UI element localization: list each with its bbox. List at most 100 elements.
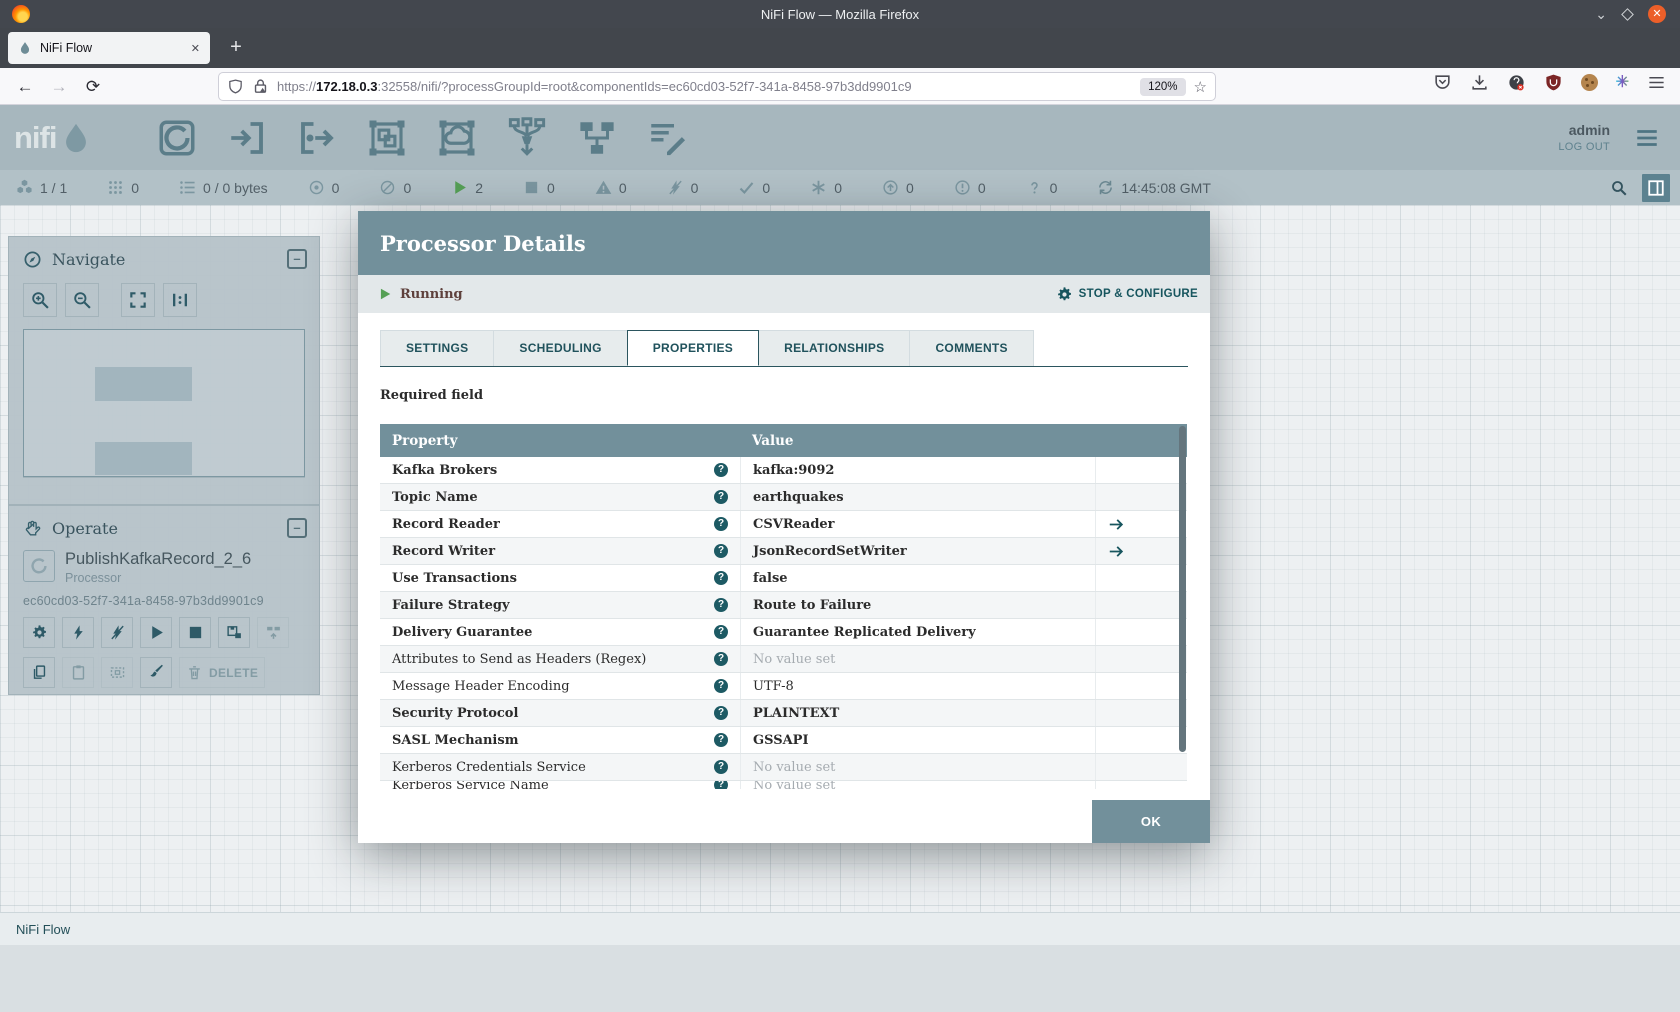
help-icon[interactable]: ? xyxy=(714,781,728,789)
help-icon[interactable]: ? xyxy=(714,490,728,504)
stop-configure-button[interactable]: STOP & CONFIGURE xyxy=(1056,286,1198,303)
property-value-cell[interactable]: earthquakes xyxy=(740,484,1095,510)
settings-panel-button[interactable] xyxy=(1642,173,1670,202)
property-row[interactable]: Topic Name? earthquakes xyxy=(380,484,1187,511)
property-value-cell[interactable]: JsonRecordSetWriter xyxy=(740,538,1095,564)
property-row[interactable]: Kafka Brokers? kafka:9092 xyxy=(380,457,1187,484)
refresh-status[interactable]: 14:45:08 GMT xyxy=(1097,179,1211,196)
go-to-service-icon[interactable] xyxy=(1108,516,1125,533)
help-icon[interactable]: ? xyxy=(714,733,728,747)
logout-link[interactable]: LOG OUT xyxy=(1558,141,1610,153)
downloads-icon[interactable] xyxy=(1470,73,1489,92)
remote-process-group-icon[interactable] xyxy=(436,117,478,159)
fill-color-button[interactable] xyxy=(140,657,172,688)
help-icon[interactable]: ? xyxy=(714,544,728,558)
birdseye-minimap[interactable] xyxy=(23,329,305,477)
copy-button[interactable] xyxy=(23,657,55,688)
tracking-shield-icon[interactable] xyxy=(227,78,244,95)
browser-tab-nifi-flow[interactable]: NiFi Flow ✕ xyxy=(8,32,210,64)
processor-icon[interactable] xyxy=(156,117,198,159)
ok-button[interactable]: OK xyxy=(1092,800,1210,843)
start-version-control-button[interactable] xyxy=(218,617,250,648)
help-icon[interactable]: ? xyxy=(714,517,728,531)
property-row[interactable]: Delivery Guarantee? Guarantee Replicated … xyxy=(380,619,1187,646)
property-value-cell[interactable]: Route to Failure xyxy=(740,592,1095,618)
property-value-cell[interactable]: kafka:9092 xyxy=(740,457,1095,483)
help-icon[interactable]: ? xyxy=(714,463,728,477)
disable-button[interactable] xyxy=(101,617,133,648)
extension-asterisk-icon[interactable]: ✳ xyxy=(1616,74,1629,92)
go-to-service-icon[interactable] xyxy=(1108,543,1125,560)
create-group-button[interactable] xyxy=(101,657,133,688)
property-value-cell[interactable]: No value set xyxy=(740,781,1095,789)
change-version-button[interactable] xyxy=(257,617,289,648)
configure-button[interactable] xyxy=(23,617,55,648)
tab-close-icon[interactable]: ✕ xyxy=(191,42,200,55)
input-port-icon[interactable] xyxy=(226,117,268,159)
actual-size-button[interactable] xyxy=(163,283,197,317)
window-maximize-button[interactable] xyxy=(1621,7,1634,21)
property-value-cell[interactable]: UTF-8 xyxy=(740,673,1095,699)
output-port-icon[interactable] xyxy=(296,117,338,159)
pocket-icon[interactable] xyxy=(1433,73,1452,92)
zoom-out-button[interactable] xyxy=(65,283,99,317)
help-icon[interactable]: ? xyxy=(714,625,728,639)
property-row[interactable]: Record Reader? CSVReader xyxy=(380,511,1187,538)
tab-scheduling[interactable]: SCHEDULING xyxy=(493,330,628,366)
property-row[interactable]: Kerberos Service Name? No value set xyxy=(380,781,1187,789)
stop-button[interactable] xyxy=(179,617,211,648)
tab-relationships[interactable]: RELATIONSHIPS xyxy=(758,330,911,366)
zoom-level-badge[interactable]: 120% xyxy=(1140,77,1186,96)
back-button[interactable]: ← xyxy=(12,74,38,100)
funnel-icon[interactable] xyxy=(506,116,548,159)
window-close-button[interactable]: ✕ xyxy=(1648,5,1666,23)
extension-privacy-icon[interactable] xyxy=(1507,73,1526,92)
global-menu-icon[interactable] xyxy=(1632,125,1662,151)
property-value-cell[interactable]: CSVReader xyxy=(740,511,1095,537)
tab-settings[interactable]: SETTINGS xyxy=(380,330,495,366)
property-value-cell[interactable]: PLAINTEXT xyxy=(740,700,1095,726)
table-scrollbar[interactable] xyxy=(1179,426,1186,752)
start-button[interactable] xyxy=(140,617,172,648)
property-row[interactable]: Attributes to Send as Headers (Regex)? No… xyxy=(380,646,1187,673)
help-icon[interactable]: ? xyxy=(714,652,728,666)
window-minimize-button[interactable]: ⌄ xyxy=(1595,6,1607,23)
property-row[interactable]: Kerberos Credentials Service? No value se… xyxy=(380,754,1187,781)
operate-collapse-button[interactable]: – xyxy=(287,518,307,538)
label-icon[interactable] xyxy=(646,117,688,159)
tab-comments[interactable]: COMMENTS xyxy=(909,330,1034,366)
new-tab-button[interactable]: + xyxy=(222,34,250,62)
property-row[interactable]: Record Writer? JsonRecordSetWriter xyxy=(380,538,1187,565)
ublock-shield-icon[interactable] xyxy=(1544,73,1563,92)
window-titlebar[interactable]: NiFi Flow — Mozilla Firefox ⌄ ✕ xyxy=(0,0,1680,28)
property-row[interactable]: Failure Strategy? Route to Failure xyxy=(380,592,1187,619)
property-value-cell[interactable]: false xyxy=(740,565,1095,591)
reload-button[interactable]: ⟳ xyxy=(80,74,106,100)
help-icon[interactable]: ? xyxy=(714,571,728,585)
refresh-icon[interactable] xyxy=(1097,179,1114,196)
template-icon[interactable] xyxy=(576,117,618,159)
property-value-cell[interactable]: No value set xyxy=(740,754,1095,780)
help-icon[interactable]: ? xyxy=(714,706,728,720)
property-row[interactable]: Message Header Encoding? UTF-8 xyxy=(380,673,1187,700)
connection-lock-icon[interactable] xyxy=(252,78,269,95)
help-icon[interactable]: ? xyxy=(714,760,728,774)
paste-button[interactable] xyxy=(62,657,94,688)
property-value-cell[interactable]: No value set xyxy=(740,646,1095,672)
cookie-extension-icon[interactable] xyxy=(1580,74,1598,91)
navigate-collapse-button[interactable]: – xyxy=(287,249,307,269)
property-value-cell[interactable]: GSSAPI xyxy=(740,727,1095,753)
bookmark-star-icon[interactable]: ☆ xyxy=(1194,78,1207,96)
forward-button[interactable]: → xyxy=(46,74,72,100)
fit-button[interactable] xyxy=(121,283,155,317)
property-value-cell[interactable]: Guarantee Replicated Delivery xyxy=(740,619,1095,645)
tab-properties[interactable]: PROPERTIES xyxy=(626,330,760,366)
property-row[interactable]: Use Transactions? false xyxy=(380,565,1187,592)
search-icon[interactable] xyxy=(1610,179,1628,197)
property-row[interactable]: SASL Mechanism? GSSAPI xyxy=(380,727,1187,754)
zoom-in-button[interactable] xyxy=(23,283,57,317)
url-bar[interactable]: https://172.18.0.3:32558/nifi/?processGr… xyxy=(218,72,1216,101)
delete-button[interactable]: DELETE xyxy=(179,657,266,688)
breadcrumb[interactable]: NiFi Flow xyxy=(0,912,1680,945)
enable-button[interactable] xyxy=(62,617,94,648)
